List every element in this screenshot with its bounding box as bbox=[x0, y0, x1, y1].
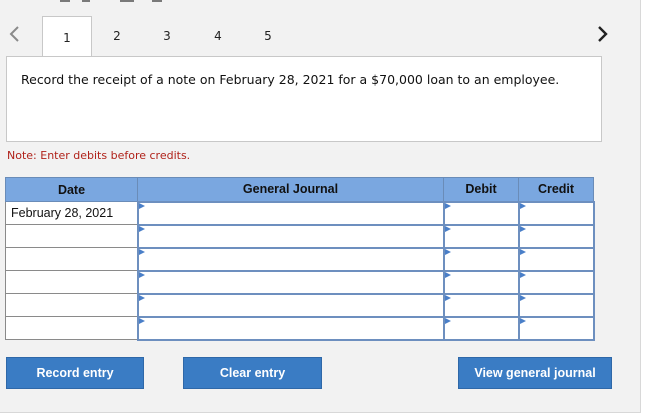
credit-input[interactable] bbox=[517, 292, 595, 318]
table-row bbox=[5, 223, 595, 249]
header-date: Date bbox=[5, 177, 138, 202]
debit-input[interactable] bbox=[442, 200, 520, 226]
question-text: Record the receipt of a note on February… bbox=[21, 72, 560, 87]
journal-entry-panel: 1 2 3 4 5 Record the receipt of a note o… bbox=[0, 0, 641, 413]
account-dropdown[interactable] bbox=[136, 269, 445, 295]
tab-label: 3 bbox=[163, 29, 171, 43]
account-dropdown[interactable] bbox=[136, 223, 445, 249]
question-tabs: 1 2 3 4 5 bbox=[0, 14, 641, 58]
date-cell[interactable] bbox=[5, 224, 138, 248]
account-dropdown[interactable] bbox=[136, 246, 445, 272]
credit-input[interactable] bbox=[517, 246, 595, 272]
account-dropdown[interactable] bbox=[136, 292, 445, 318]
date-cell[interactable] bbox=[5, 270, 138, 294]
credit-input[interactable] bbox=[517, 269, 595, 295]
debit-input[interactable] bbox=[442, 315, 520, 341]
account-dropdown[interactable] bbox=[136, 200, 445, 226]
table-row bbox=[5, 292, 595, 318]
view-general-journal-button[interactable]: View general journal bbox=[458, 357, 612, 389]
date-cell[interactable] bbox=[5, 293, 138, 317]
debit-input[interactable] bbox=[442, 246, 520, 272]
date-cell[interactable] bbox=[5, 247, 138, 271]
clear-entry-button[interactable]: Clear entry bbox=[183, 357, 322, 389]
table-header-row: Date General Journal Debit Credit bbox=[5, 177, 594, 202]
instruction-note: Note: Enter debits before credits. bbox=[7, 149, 191, 162]
record-entry-button[interactable]: Record entry bbox=[6, 357, 144, 389]
tab-label: 1 bbox=[63, 30, 71, 45]
header-credit: Credit bbox=[518, 177, 594, 202]
chevron-right-icon[interactable] bbox=[593, 22, 613, 46]
credit-input[interactable] bbox=[517, 200, 595, 226]
table-row bbox=[5, 269, 595, 295]
tab-label: 2 bbox=[113, 29, 121, 43]
top-edge-mark bbox=[60, 0, 310, 2]
tab-label: 4 bbox=[214, 29, 222, 43]
debit-input[interactable] bbox=[442, 292, 520, 318]
tab-3[interactable]: 3 bbox=[142, 16, 192, 56]
tab-2[interactable]: 2 bbox=[92, 16, 142, 56]
account-dropdown[interactable] bbox=[136, 315, 445, 341]
table-row: February 28, 2021 bbox=[5, 200, 595, 226]
date-cell[interactable] bbox=[5, 316, 138, 340]
tab-1[interactable]: 1 bbox=[42, 16, 92, 58]
credit-input[interactable] bbox=[517, 315, 595, 341]
debit-input[interactable] bbox=[442, 269, 520, 295]
tab-label: 5 bbox=[264, 29, 272, 43]
table-row bbox=[5, 315, 595, 341]
debit-input[interactable] bbox=[442, 223, 520, 249]
tab-4[interactable]: 4 bbox=[193, 16, 243, 56]
header-general-journal: General Journal bbox=[137, 177, 444, 202]
chevron-left-icon[interactable] bbox=[4, 22, 24, 46]
header-debit: Debit bbox=[443, 177, 519, 202]
table-row bbox=[5, 246, 595, 272]
journal-table: Date General Journal Debit Credit Februa… bbox=[5, 177, 595, 341]
tab-5[interactable]: 5 bbox=[243, 16, 293, 56]
question-box: Record the receipt of a note on February… bbox=[6, 56, 602, 142]
credit-input[interactable] bbox=[517, 223, 595, 249]
date-cell[interactable]: February 28, 2021 bbox=[5, 201, 138, 225]
